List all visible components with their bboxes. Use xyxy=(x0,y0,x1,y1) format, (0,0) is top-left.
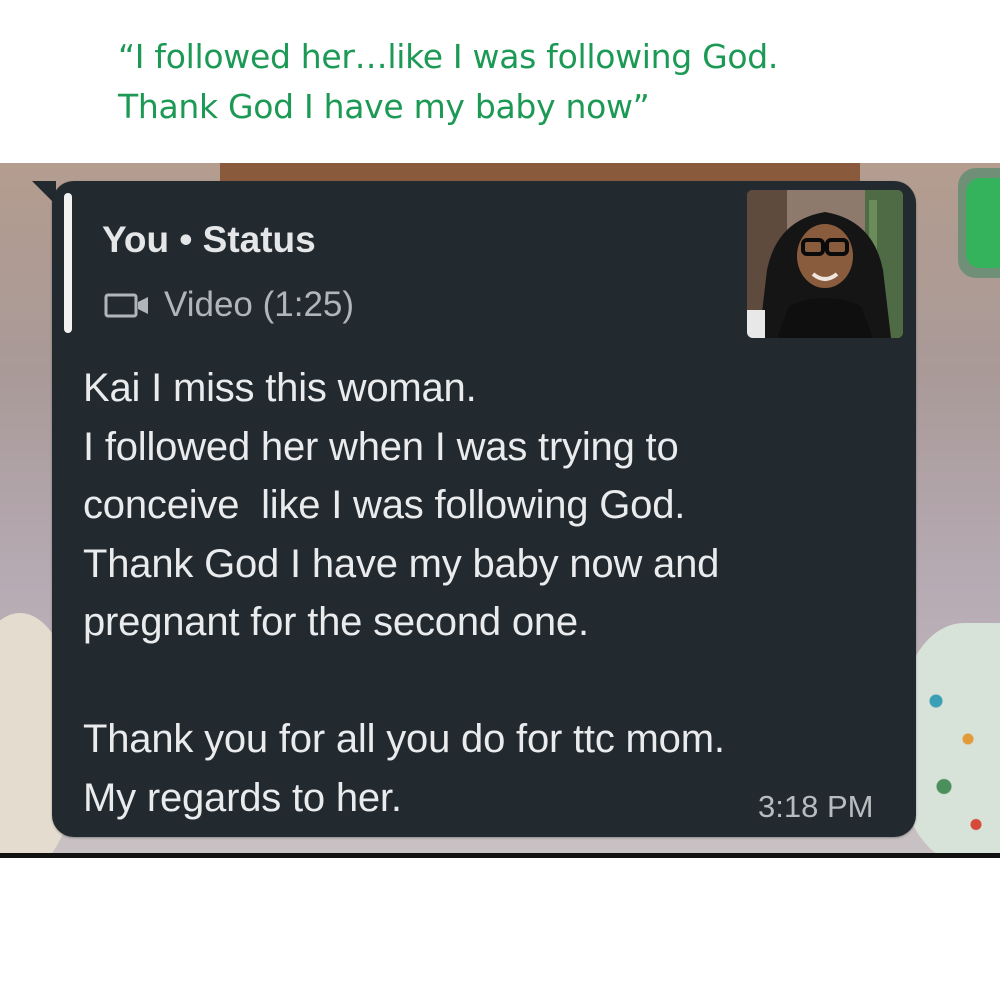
thumbnail-image xyxy=(747,190,903,338)
reply-sender: You • Status xyxy=(102,219,316,260)
message-line: conceive like I was following God. xyxy=(83,483,686,527)
chat-screenshot: You • Status Video (1:25) Kai I miss thi… xyxy=(0,163,1000,858)
message-line: Thank God I have my baby now and xyxy=(83,541,720,586)
message-timestamp: 3:18 PM xyxy=(758,789,874,824)
message-line: pregnant for the second one. xyxy=(83,600,589,644)
reply-media-info: Video (1:25) xyxy=(104,281,354,329)
background-floral-pattern xyxy=(920,663,1000,853)
message-line: Thank you for all you do for ttc mom. xyxy=(83,717,725,761)
message-line: Kai I miss this woman. xyxy=(83,366,477,410)
green-button-face xyxy=(966,178,1000,268)
video-camera-icon xyxy=(104,293,148,318)
message-line: I followed her when I was trying to xyxy=(83,424,679,469)
caption-quote: “I followed her…like I was following God… xyxy=(118,32,978,132)
message-text: Kai I miss this woman. I followed her whe… xyxy=(83,359,883,827)
message-bubble[interactable]: You • Status Video (1:25) Kai I miss thi… xyxy=(52,181,916,837)
status-reply-quote[interactable]: You • Status Video (1:25) xyxy=(64,193,744,333)
message-line-blank xyxy=(83,652,883,711)
caption-line-2: Thank God I have my baby now” xyxy=(118,87,650,126)
partial-green-button[interactable] xyxy=(958,168,1000,278)
reply-accent-bar xyxy=(64,193,72,333)
status-video-thumbnail[interactable] xyxy=(747,190,903,338)
reply-media-label: Video (1:25) xyxy=(164,285,355,324)
bottom-edge xyxy=(0,853,1000,858)
caption-line-1: “I followed her…like I was following God… xyxy=(118,37,779,76)
